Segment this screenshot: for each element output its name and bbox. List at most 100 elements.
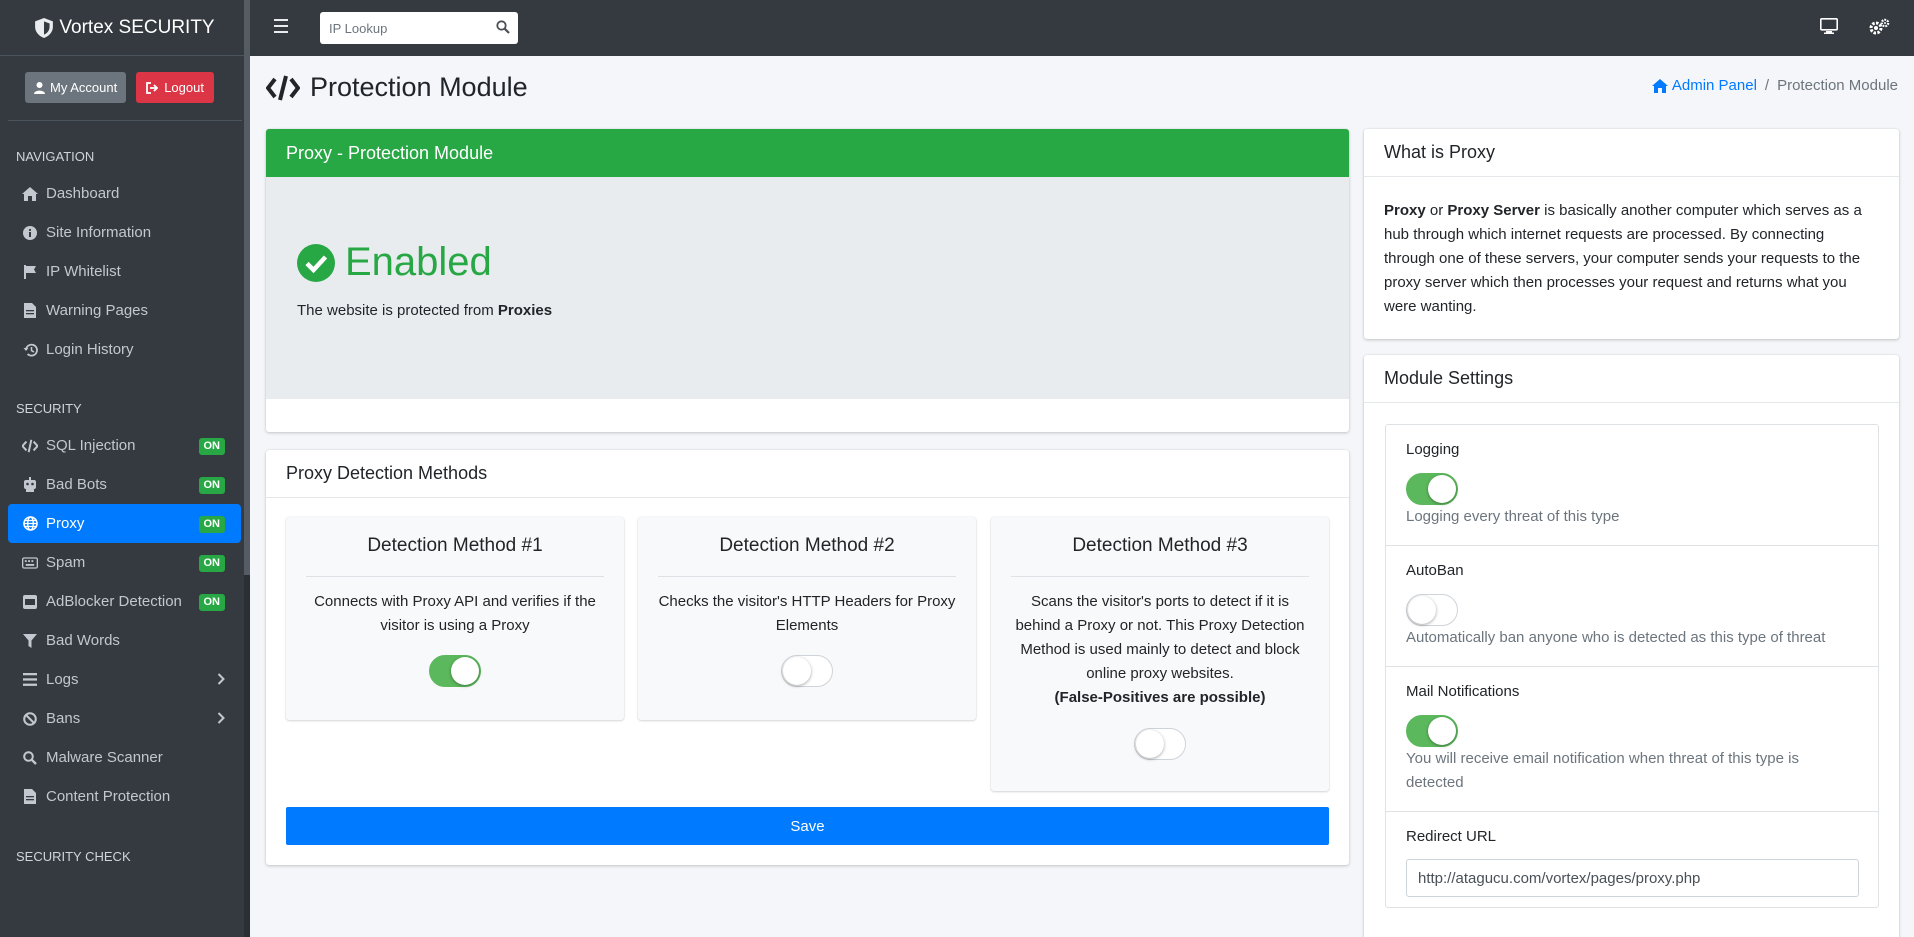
sidebar-item-label: Logs	[46, 671, 79, 688]
setting-label: AutoBan	[1406, 562, 1464, 579]
menu-toggle-icon[interactable]	[274, 19, 288, 35]
breadcrumb-current: Protection Module	[1777, 77, 1898, 94]
sidebar-item-warning-pages[interactable]: Warning Pages	[8, 291, 241, 330]
setting-label: Redirect URL	[1406, 828, 1497, 845]
sidebar-item-label: Malware Scanner	[46, 749, 163, 766]
term-proxy-server: Proxy Server	[1447, 202, 1540, 219]
content-header: Protection Module	[266, 72, 528, 103]
what-is-proxy-card: What is Proxy Proxy or Proxy Server is b…	[1364, 129, 1899, 339]
setting-help: Automatically ban anyone who is detected…	[1406, 629, 1826, 646]
sidebar-item-login-history[interactable]: Login History	[8, 330, 241, 369]
false-positives-warning: (False-Positives are possible)	[1054, 689, 1266, 706]
cogs-icon[interactable]	[1868, 18, 1890, 36]
breadcrumb-home-label: Admin Panel	[1671, 77, 1757, 94]
brand[interactable]: Vortex SECURITY	[0, 0, 250, 56]
sidebar-item-label: Bans	[46, 710, 81, 727]
status-badge: ON	[198, 594, 225, 611]
my-account-label: My Account	[50, 80, 118, 95]
term-or: or	[1425, 202, 1448, 219]
setting-label: Mail Notifications	[1406, 683, 1520, 700]
what-is-proxy-title: What is Proxy	[1364, 129, 1899, 177]
detection-method-1: Detection Method #1 Connects with Proxy …	[286, 517, 624, 720]
sidebar-item-logs[interactable]: Logs	[8, 660, 241, 699]
breadcrumb-separator: /	[1764, 77, 1770, 94]
check-circle-icon	[297, 243, 335, 282]
detection-methods-card: Proxy Detection Methods Detection Method…	[266, 450, 1349, 865]
sidebar-item-dashboard[interactable]: Dashboard	[8, 174, 241, 213]
sidebar-item-label: IP Whitelist	[46, 263, 121, 280]
breadcrumb-home[interactable]: Admin Panel	[1651, 77, 1757, 94]
sign-out-icon	[146, 81, 159, 94]
sidebar-item-proxy[interactable]: Proxy ON	[8, 504, 241, 543]
search-icon	[22, 750, 38, 766]
sidebar-item-label: Bad Words	[46, 632, 120, 649]
setting-help: Logging every threat of this type	[1406, 508, 1620, 525]
sidebar-item-sql-injection[interactable]: SQL Injection ON	[8, 426, 241, 465]
method-title: Detection Method #3	[1011, 517, 1309, 577]
logging-toggle[interactable]	[1406, 473, 1458, 505]
setting-label: Logging	[1406, 441, 1460, 458]
sidebar-item-label: Bad Bots	[46, 476, 107, 493]
history-icon	[22, 342, 38, 358]
sidebar-item-label: Login History	[46, 341, 134, 358]
filter-icon	[22, 633, 38, 649]
detection-method-1-toggle[interactable]	[429, 655, 481, 687]
method-description-text: Scans the visitor's ports to detect if i…	[1015, 593, 1305, 682]
term-proxy: Proxy	[1384, 202, 1426, 219]
method-description: Checks the visitor's HTTP Headers for Pr…	[658, 593, 956, 634]
sidebar-item-spam[interactable]: Spam ON	[8, 543, 241, 582]
setting-mail-notifications: Mail Notifications You will receive emai…	[1386, 667, 1878, 812]
sidebar-item-adblocker-detection[interactable]: AdBlocker Detection ON	[8, 582, 241, 621]
sidebar-item-label: Proxy	[46, 515, 85, 532]
security-check-header: SECURITY CHECK	[16, 849, 131, 864]
sidebar-item-bad-bots[interactable]: Bad Bots ON	[8, 465, 241, 504]
module-settings-title: Module Settings	[1364, 355, 1899, 403]
detection-methods-card-title: Proxy Detection Methods	[266, 450, 1349, 498]
status-badge: ON	[198, 516, 225, 533]
flag-icon	[22, 264, 38, 280]
list-icon	[22, 672, 38, 688]
search-icon[interactable]	[496, 20, 510, 34]
ban-square-icon	[22, 594, 38, 610]
logout-button[interactable]: Logout	[136, 72, 214, 103]
page-title: Protection Module	[310, 72, 528, 102]
code-icon	[22, 438, 38, 454]
status-badge: ON	[198, 477, 225, 494]
setting-redirect-url: Redirect URL	[1386, 812, 1878, 907]
ban-icon	[22, 711, 38, 727]
sidebar-item-content-protection[interactable]: Content Protection	[8, 777, 241, 816]
detection-method-3-toggle[interactable]	[1134, 728, 1186, 760]
sidebar: Vortex SECURITY My Account Logout NAVIGA…	[0, 0, 250, 937]
mail-notifications-toggle[interactable]	[1406, 715, 1458, 747]
autoban-toggle[interactable]	[1406, 594, 1458, 626]
sidebar-item-label: Dashboard	[46, 185, 120, 202]
save-button[interactable]: Save	[286, 807, 1329, 845]
sidebar-item-ip-whitelist[interactable]: IP Whitelist	[8, 252, 241, 291]
ip-lookup-input[interactable]	[320, 12, 480, 44]
status-desc-bold: Proxies	[497, 302, 553, 319]
top-navbar	[250, 0, 1914, 56]
method-title: Detection Method #1	[306, 517, 604, 577]
sidebar-item-site-information[interactable]: Site Information	[8, 213, 241, 252]
globe-icon	[22, 516, 38, 532]
status-description: The website is protected from Proxies	[297, 302, 552, 319]
redirect-url-input[interactable]	[1406, 859, 1859, 897]
detection-method-2-toggle[interactable]	[781, 655, 833, 687]
settings-list: Logging Logging every threat of this typ…	[1385, 424, 1879, 908]
sidebar-item-bans[interactable]: Bans	[8, 699, 241, 738]
my-account-button[interactable]: My Account	[25, 72, 127, 103]
logout-label: Logout	[164, 80, 204, 95]
security-header: SECURITY	[16, 401, 82, 416]
status-desc-prefix: The website is protected from	[297, 302, 498, 319]
user-panel: My Account Logout	[8, 56, 242, 121]
setting-autoban: AutoBan Automatically ban anyone who is …	[1386, 546, 1878, 667]
keyboard-icon	[22, 555, 38, 571]
shield-icon	[35, 17, 54, 38]
sidebar-scrollbar[interactable]	[244, 0, 250, 937]
desktop-icon[interactable]	[1820, 18, 1838, 34]
robot-icon	[22, 477, 38, 493]
ip-lookup-search	[320, 12, 518, 44]
sidebar-item-bad-words[interactable]: Bad Words	[8, 621, 241, 660]
method-title: Detection Method #2	[658, 517, 956, 577]
sidebar-item-malware-scanner[interactable]: Malware Scanner	[8, 738, 241, 777]
